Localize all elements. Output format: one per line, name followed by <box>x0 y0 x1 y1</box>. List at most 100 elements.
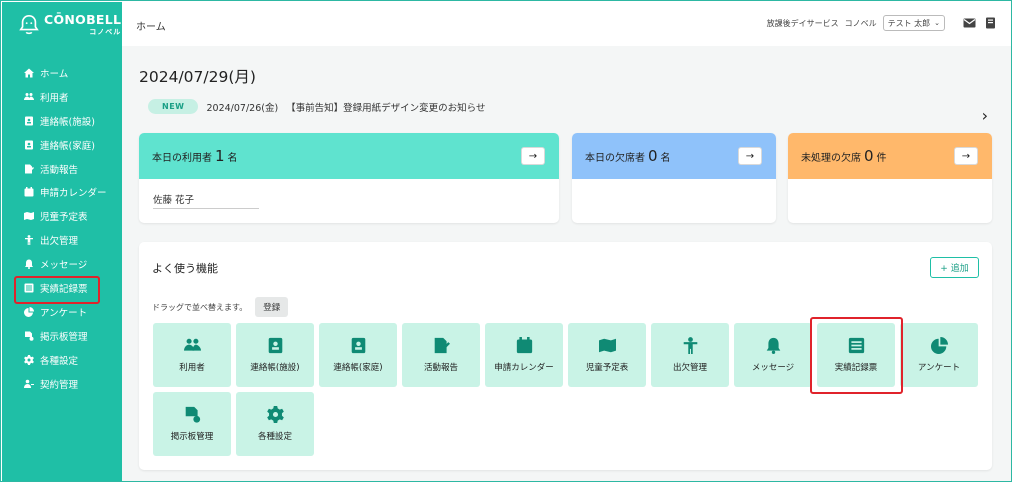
sidebar-item-calendar[interactable]: 申請カレンダー <box>2 180 122 204</box>
favorites-panel: よく使う機能 + 追加 ドラッグで並べ替えます。 登録 利用者 連絡帳(施設) … <box>139 242 992 470</box>
sidebar-item-contract[interactable]: 契約管理 <box>2 372 122 396</box>
tile-survey[interactable]: アンケート <box>900 323 978 387</box>
main-content: ホーム 放課後デイサービス コノベル テスト 太郎 ⌄ 2024/07/29(月… <box>122 2 1011 481</box>
today-users-list: 佐藤 花子 <box>139 179 559 222</box>
bell-logo-icon <box>19 15 39 35</box>
register-button[interactable]: 登録 <box>255 297 289 317</box>
logo-subtitle: コノベル <box>89 27 122 36</box>
breadcrumb[interactable]: ホーム <box>136 18 166 33</box>
unprocessed-absent-header: 未処理の欠席 0 件 → <box>788 133 992 179</box>
sidebar-item-attendance[interactable]: 出欠管理 <box>2 228 122 252</box>
calendar-icon <box>516 337 532 354</box>
sidebar-item-home[interactable]: ホーム <box>2 61 122 85</box>
list-icon <box>848 337 864 354</box>
calendar-icon <box>23 186 35 198</box>
contact-book-icon <box>23 139 35 151</box>
today-absent-card: 本日の欠席者 0 名 → <box>572 133 776 223</box>
sidebar-item-contact-facility[interactable]: 連絡帳(施設) <box>2 109 122 133</box>
gear-icon <box>23 354 35 366</box>
card-count: 0 <box>864 147 874 165</box>
card-unit: 名 <box>660 152 671 164</box>
sidebar-item-label: 連絡帳(施設) <box>40 116 95 128</box>
news-text[interactable]: 【事前告知】登録用紙デザイン変更のお知らせ <box>286 100 485 114</box>
contact-book-icon <box>351 337 365 354</box>
sidebar-item-label: ホーム <box>40 68 69 80</box>
manual-icon[interactable] <box>984 17 997 29</box>
report-icon <box>23 163 35 175</box>
sidebar-item-label: 申請カレンダー <box>40 188 107 200</box>
sidebar-item-message[interactable]: メッセージ <box>2 252 122 276</box>
favorites-title: よく使う機能 <box>152 262 218 275</box>
mail-icon[interactable] <box>963 17 976 29</box>
sidebar-item-contact-home[interactable]: 連絡帳(家庭) <box>2 133 122 157</box>
drag-hint: ドラッグで並べ替えます。 登録 <box>152 297 289 317</box>
tile-contact-facility[interactable]: 連絡帳(施設) <box>236 323 314 387</box>
sidebar-item-label: 契約管理 <box>40 379 79 391</box>
service-name: 放課後デイサービス <box>766 18 839 28</box>
bell-icon <box>766 337 780 354</box>
tile-label: 活動報告 <box>423 363 458 373</box>
users-icon <box>23 91 35 103</box>
card-unit: 件 <box>876 152 887 164</box>
sidebar-item-schedule[interactable]: 児童予定表 <box>2 204 122 228</box>
user-entry[interactable]: 佐藤 花子 <box>153 192 259 209</box>
sidebar-item-label: 児童予定表 <box>40 212 88 224</box>
tile-activity-report[interactable]: 活動報告 <box>402 323 480 387</box>
sidebar-item-label: アンケート <box>40 307 88 319</box>
arrow-right-icon[interactable]: → <box>738 147 762 165</box>
card-unit: 名 <box>227 152 238 164</box>
sidebar-item-settings[interactable]: 各種設定 <box>2 348 122 372</box>
tile-label: 実績記録票 <box>834 363 878 373</box>
topbar: ホーム 放課後デイサービス コノベル テスト 太郎 ⌄ <box>122 2 1011 46</box>
tile-label: 掲示板管理 <box>170 432 214 442</box>
card-label: 本日の利用者 <box>152 152 212 164</box>
tile-label: 連絡帳(施設) <box>250 363 300 373</box>
tile-message[interactable]: メッセージ <box>734 323 812 387</box>
arrow-right-icon[interactable]: → <box>521 147 545 165</box>
contract-icon <box>23 378 35 390</box>
sidebar-item-label: 出欠管理 <box>40 236 79 248</box>
sidebar-item-label: 活動報告 <box>40 164 79 176</box>
logo-title: CŌNOBELL <box>44 12 122 28</box>
page-date: 2024/07/29(月) <box>139 68 256 86</box>
user-name: テスト 太郎 <box>887 18 931 28</box>
sidebar-item-label: 掲示板管理 <box>40 331 88 343</box>
gear-icon <box>266 406 284 423</box>
user-select[interactable]: テスト 太郎 ⌄ <box>882 15 945 31</box>
sidebar-item-label: 実績記録票 <box>40 283 88 295</box>
sidebar-item-survey[interactable]: アンケート <box>2 300 122 324</box>
chevron-right-icon[interactable]: › <box>982 106 988 125</box>
tile-calendar[interactable]: 申請カレンダー <box>485 323 563 387</box>
news-date: 2024/07/26(金) <box>206 102 279 114</box>
card-label: 本日の欠席者 <box>585 152 645 164</box>
person-icon <box>683 337 697 354</box>
tile-schedule[interactable]: 児童予定表 <box>568 323 646 387</box>
tile-contact-home[interactable]: 連絡帳(家庭) <box>319 323 397 387</box>
tile-settings[interactable]: 各種設定 <box>236 392 314 456</box>
sidebar-item-label: 利用者 <box>40 92 69 104</box>
tile-label: 各種設定 <box>257 432 292 442</box>
topbar-right: 放課後デイサービス コノベル テスト 太郎 ⌄ <box>767 15 997 31</box>
tile-record[interactable]: 実績記録票 <box>817 323 895 387</box>
tile-attendance[interactable]: 出欠管理 <box>651 323 729 387</box>
logo[interactable]: CŌNOBELL コノベル <box>18 14 121 36</box>
sidebar-item-board[interactable]: 掲示板管理 <box>2 324 122 348</box>
sidebar-item-record[interactable]: 実績記録票 <box>2 276 122 304</box>
users-icon <box>183 338 201 351</box>
chevron-down-icon: ⌄ <box>934 19 940 27</box>
sidebar-item-users[interactable]: 利用者 <box>2 85 122 109</box>
card-count: 1 <box>215 147 225 165</box>
card-count: 0 <box>648 147 658 165</box>
tile-users[interactable]: 利用者 <box>153 323 231 387</box>
add-button[interactable]: + 追加 <box>930 257 979 278</box>
news-item[interactable]: NEW 2024/07/26(金) 【事前告知】登録用紙デザイン変更のお知らせ <box>148 99 485 114</box>
sidebar-item-activity-report[interactable]: 活動報告 <box>2 157 122 181</box>
tile-label: 出欠管理 <box>672 363 707 373</box>
app-frame: CŌNOBELL コノベル ホーム 利用者 連絡帳(施設) 連絡帳(家庭) 活動… <box>0 0 1012 482</box>
tile-label: メッセージ <box>751 363 795 373</box>
arrow-right-icon[interactable]: → <box>954 147 978 165</box>
tile-board[interactable]: 掲示板管理 <box>153 392 231 456</box>
unprocessed-absent-card: 未処理の欠席 0 件 → <box>788 133 992 223</box>
sidebar: CŌNOBELL コノベル ホーム 利用者 連絡帳(施設) 連絡帳(家庭) 活動… <box>2 2 122 481</box>
hint-text: ドラッグで並べ替えます。 <box>152 302 248 312</box>
